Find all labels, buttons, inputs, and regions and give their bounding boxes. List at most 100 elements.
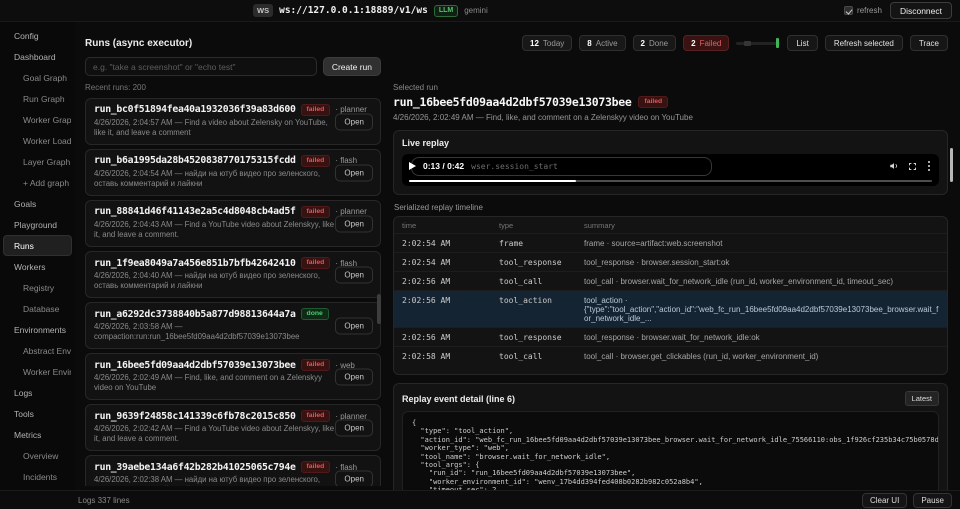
refresh-selected-button[interactable]: Refresh selected	[824, 35, 903, 51]
volume-icon[interactable]	[889, 161, 899, 171]
refresh-checkbox-icon[interactable]	[844, 6, 854, 15]
filter-failed-count: 2	[691, 38, 696, 48]
timeline-row-time: 2:02:56 AM	[394, 271, 491, 291]
run-open-button[interactable]: Open	[335, 368, 373, 386]
main-area: Runs (async executor) 12 Today 8 Active …	[75, 22, 960, 490]
topbar: WS ws://127.0.0.1:18889/v1/ws LLM gemini…	[0, 0, 960, 22]
timeline-row[interactable]: 2:02:56 AM tool_action tool_action · {"t…	[394, 290, 947, 328]
run-status-badge: failed	[300, 461, 331, 474]
run-description: 4/26/2026, 2:03:58 AM — compaction:run:r…	[94, 321, 300, 342]
run-description: 4/26/2026, 2:02:49 AM — Find, like, and …	[94, 373, 322, 393]
sidebar-item[interactable]: Runs	[3, 235, 72, 256]
run-list-item[interactable]: run_16bee5fd09aa4d2dbf57039e13073bee fai…	[85, 353, 381, 401]
run-open-button[interactable]: Open	[335, 215, 373, 233]
refresh-label: refresh	[857, 6, 882, 15]
filter-failed[interactable]: 2 Failed	[683, 35, 730, 51]
filter-done[interactable]: 2 Done	[632, 35, 677, 51]
sidebar-item[interactable]: Run Graph	[3, 88, 72, 109]
timeline-row-type: tool_response	[491, 327, 576, 347]
sidebar-item[interactable]: Logs	[3, 382, 72, 403]
sidebar-item[interactable]: Overview	[3, 445, 72, 466]
run-open-button[interactable]: Open	[335, 164, 373, 182]
timeline-row-summary: tool_response · browser.session_start:ok	[576, 252, 947, 272]
filter-today[interactable]: 12 Today	[522, 35, 573, 51]
timeline-row-time: 2:02:58 AM	[394, 346, 491, 365]
timeline-row[interactable]: 2:02:54 AM frame frame · source=artifact…	[394, 233, 947, 253]
sidebar-item[interactable]: Layer Graph	[3, 151, 72, 172]
run-list-item[interactable]: run_a6292dc3738840b5a877d98813644a7a don…	[85, 302, 381, 350]
sidebar-item[interactable]: Workers	[3, 256, 72, 277]
disconnect-button[interactable]: Disconnect	[889, 2, 952, 19]
clear-ui-button[interactable]: Clear UI	[861, 492, 908, 508]
run-open-button[interactable]: Open	[335, 266, 373, 284]
create-run-button[interactable]: Create run	[322, 57, 381, 76]
timeline-row[interactable]: 2:02:56 AM tool_call tool_call · browser…	[394, 271, 947, 291]
run-list-item[interactable]: run_39aebe134a6f42b282b41025065c794e fai…	[85, 455, 381, 486]
timeline-row-summary: tool_action · {"type":"tool_action","act…	[576, 290, 947, 328]
list-view-button[interactable]: List	[787, 35, 818, 51]
trace-button[interactable]: Trace	[909, 35, 948, 51]
sidebar: Config Dashboard Goal Graph Run Graph Worker…	[0, 22, 75, 490]
slider-thumb[interactable]	[744, 41, 752, 46]
ws-badge: WS	[253, 4, 274, 17]
sidebar-item[interactable]: Goals	[3, 193, 72, 214]
fullscreen-icon[interactable]	[908, 162, 917, 171]
run-list-item[interactable]: run_9639f24858c141339c6fb78c2015c850 fai…	[85, 404, 381, 452]
run-open-button[interactable]: Open	[335, 470, 373, 486]
refresh-toggle[interactable]: refresh	[844, 6, 882, 15]
sidebar-item[interactable]: Worker Graph	[3, 109, 72, 130]
timeline-row-summary: tool_response · browser.wait_for_network…	[576, 327, 947, 347]
selected-run-id: run_16bee5fd09aa4d2dbf57039e13073bee	[393, 95, 632, 109]
run-description: 4/26/2026, 2:02:42 AM — Find a YouTube v…	[94, 424, 335, 444]
runs-list-panel: Create run Recent runs: 200 run_bc0f5189…	[85, 57, 381, 490]
filter-today-count: 12	[530, 38, 539, 48]
latest-button[interactable]: Latest	[904, 391, 939, 406]
sidebar-item[interactable]: Worker Load ...	[3, 130, 72, 151]
filter-active[interactable]: 8 Active	[579, 35, 626, 51]
right-panel-scrollbar[interactable]	[950, 148, 953, 182]
run-list-item[interactable]: run_b6a1995da28b4520838770175315fcdd fai…	[85, 149, 381, 197]
activity-slider[interactable]	[736, 37, 781, 49]
sidebar-item[interactable]: Incidents	[3, 466, 72, 487]
slider-handle[interactable]	[776, 38, 780, 48]
run-list-item[interactable]: run_1f9ea8049a7a456e851b7bfb42642410 fai…	[85, 251, 381, 299]
video-progress-fill	[409, 179, 577, 182]
run-description: 4/26/2026, 2:04:43 AM — Find a YouTube v…	[94, 219, 335, 240]
filter-today-label: Today	[542, 38, 565, 48]
sidebar-item[interactable]: Worker Enviro...	[3, 361, 72, 382]
sidebar-item[interactable]: Playground	[3, 214, 72, 235]
timeline-row[interactable]: 2:02:58 AM tool_call tool_call · browser…	[394, 346, 947, 365]
run-open-button[interactable]: Open	[335, 419, 373, 437]
timeline-row-summary: frame · source=artifact:web.screenshot	[576, 233, 947, 253]
pause-button[interactable]: Pause	[913, 492, 952, 508]
timeline-row-type: tool_call	[491, 346, 576, 365]
video-progress-bar[interactable]	[409, 179, 932, 182]
run-list-item[interactable]: run_88841d46f41143e2a5c4d8048cb4ad5f fai…	[85, 200, 381, 248]
kebab-menu-icon[interactable]	[927, 164, 930, 168]
sidebar-item[interactable]: Environments	[3, 319, 72, 340]
sidebar-item[interactable]: Registry	[3, 277, 72, 298]
sidebar-item[interactable]: Metrics	[3, 424, 72, 445]
run-list-scrollbar[interactable]	[377, 294, 381, 324]
sidebar-item[interactable]: Goal Graph	[3, 67, 72, 88]
sidebar-item[interactable]: Tools	[3, 403, 72, 424]
sidebar-item[interactable]: Config	[3, 25, 72, 46]
run-open-button[interactable]: Open	[335, 113, 373, 131]
run-list-item[interactable]: run_bc0f51894fea40a1932036f39a83d600 fai…	[85, 98, 381, 146]
sidebar-item[interactable]: Dashboard	[3, 46, 72, 67]
sidebar-item[interactable]: Database	[3, 298, 72, 319]
create-run-input[interactable]	[85, 57, 317, 76]
slider-track	[736, 42, 781, 45]
timeline-row-time: 2:02:56 AM	[394, 327, 491, 347]
replay-video-player[interactable]: 0:13 / 0:42 wser.session_start	[402, 154, 939, 186]
sidebar-item[interactable]: Abstract Envir...	[3, 340, 72, 361]
play-icon[interactable]	[409, 162, 416, 170]
run-description: 4/26/2026, 2:04:54 AM — найди на ютуб ви…	[94, 168, 321, 188]
live-replay-card: Live replay 0:13 / 0:42 wser.session_sta…	[393, 130, 948, 195]
timeline-row[interactable]: 2:02:54 AM tool_response tool_response ·…	[394, 252, 947, 272]
sidebar-item[interactable]: + Add graph	[3, 172, 72, 193]
run-open-button[interactable]: Open	[335, 317, 373, 335]
timeline-row-type: frame	[491, 233, 576, 253]
timeline-row[interactable]: 2:02:56 AM tool_response tool_response ·…	[394, 327, 947, 347]
timeline-rows: 2:02:54 AM frame frame · source=artifact…	[394, 233, 947, 365]
